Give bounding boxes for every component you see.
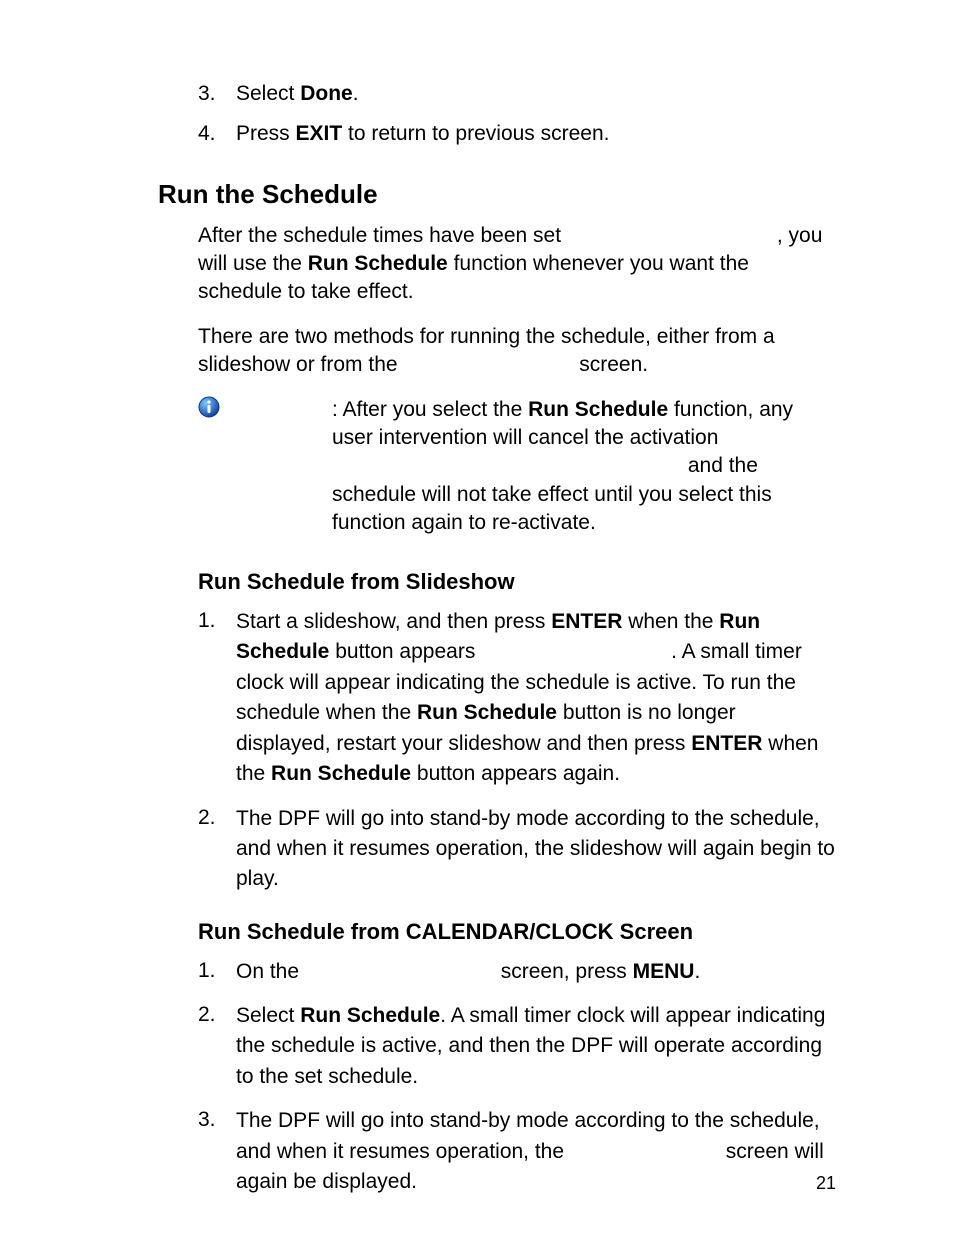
step-list: 1. Start a slideshow, and then press ENT…	[158, 607, 836, 895]
step-number: 1.	[198, 957, 218, 987]
text: button appears again.	[411, 762, 620, 785]
text: There are two methods for running the sc…	[198, 325, 775, 376]
list-item: 1. On the screen, press MENU.	[158, 957, 836, 987]
paragraph: After the schedule times have been set ,…	[158, 222, 836, 307]
bold-text: Done	[300, 82, 353, 105]
bold-text: EXIT	[296, 122, 343, 145]
text: to return to previous screen.	[342, 122, 609, 145]
text: Select	[236, 1004, 300, 1027]
list-item: 3. Select Done.	[158, 80, 836, 108]
bold-text: Run Schedule	[300, 1004, 440, 1027]
text: .	[694, 960, 700, 983]
text: screen, press	[495, 960, 633, 983]
text: Select	[236, 82, 300, 105]
bold-text: ENTER	[551, 610, 622, 633]
note-body: : After you select the Run Schedule func…	[240, 396, 836, 538]
step-number: 4.	[198, 120, 218, 148]
section-heading: Run the Schedule	[158, 177, 836, 212]
text: button appears	[329, 640, 481, 663]
step-number: 3.	[198, 1106, 218, 1197]
step-body: Select Run Schedule. A small timer clock…	[236, 1001, 836, 1092]
text: Press	[236, 122, 296, 145]
text: : After you select the	[332, 398, 528, 421]
bold-text: Run Schedule	[271, 762, 411, 785]
leading-step-list: 3. Select Done. 4. Press EXIT to return …	[158, 80, 836, 149]
text: .	[353, 82, 359, 105]
subsection-heading: Run Schedule from Slideshow	[158, 567, 836, 597]
step-number: 3.	[198, 80, 218, 108]
list-item: 3. The DPF will go into stand-by mode ac…	[158, 1106, 836, 1197]
page-number: 21	[816, 1171, 836, 1195]
step-body: Select Done.	[236, 80, 359, 108]
note-block: : After you select the Run Schedule func…	[158, 396, 836, 538]
step-number: 1.	[198, 607, 218, 790]
text: Start a slideshow, and then press	[236, 610, 551, 633]
paragraph: There are two methods for running the sc…	[158, 323, 836, 380]
text: The DPF will go into stand-by mode accor…	[236, 807, 835, 891]
info-icon	[158, 396, 230, 418]
list-item: 2. The DPF will go into stand-by mode ac…	[158, 804, 836, 895]
step-body: The DPF will go into stand-by mode accor…	[236, 804, 836, 895]
step-body: Start a slideshow, and then press ENTER …	[236, 607, 836, 790]
bold-text: ENTER	[691, 732, 762, 755]
document-page: 3. Select Done. 4. Press EXIT to return …	[0, 0, 954, 1256]
step-number: 2.	[198, 804, 218, 895]
bold-text: Run Schedule	[528, 398, 668, 421]
text: screen.	[573, 353, 648, 376]
subsection-heading: Run Schedule from CALENDAR/CLOCK Screen	[158, 917, 836, 947]
text: On the	[236, 960, 305, 983]
text: After the schedule times have been set	[198, 224, 567, 247]
bold-text: Run Schedule	[417, 701, 557, 724]
step-number: 2.	[198, 1001, 218, 1092]
list-item: 1. Start a slideshow, and then press ENT…	[158, 607, 836, 790]
text: and the schedule will not take effect un…	[332, 454, 772, 534]
text: when the	[622, 610, 719, 633]
step-body: Press EXIT to return to previous screen.	[236, 120, 610, 148]
step-body: On the screen, press MENU.	[236, 957, 836, 987]
bold-text: Run Schedule	[308, 252, 448, 275]
list-item: 2. Select Run Schedule. A small timer cl…	[158, 1001, 836, 1092]
step-list: 1. On the screen, press MENU. 2. Select …	[158, 957, 836, 1198]
bold-text: MENU	[633, 960, 695, 983]
step-body: The DPF will go into stand-by mode accor…	[236, 1106, 836, 1197]
list-item: 4. Press EXIT to return to previous scre…	[158, 120, 836, 148]
